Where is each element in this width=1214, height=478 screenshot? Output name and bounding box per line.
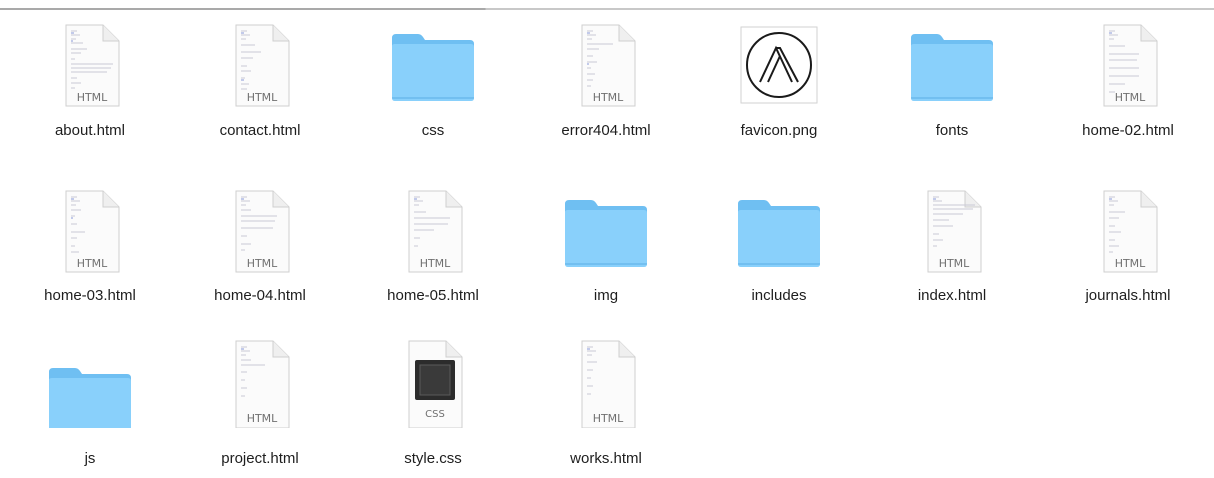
file-item-includes-folder[interactable]: includes [694,188,864,328]
html-document-icon: HTML [1103,190,1158,273]
file-type-badge: HTML [77,257,108,270]
file-name: style.css [404,450,462,467]
html-document-icon: HTML [65,24,120,107]
html-document-icon: HTML [581,340,636,428]
file-type-badge: HTML [1115,257,1146,270]
file-name: index.html [917,287,987,304]
file-item-journals-html[interactable]: HTML journals.html [1043,188,1213,328]
html-document-icon: HTML [1103,24,1158,107]
file-name: js [84,450,96,467]
html-document-icon: HTML [927,190,982,273]
file-type-badge: HTML [247,257,278,270]
file-type-badge: HTML [247,412,278,425]
file-item-project-html[interactable]: HTML project.html [175,338,345,478]
folder-icon [49,368,131,428]
file-type-badge: HTML [593,412,624,425]
file-name: home-02.html [1082,122,1174,139]
file-name: journals.html [1085,287,1171,304]
file-item-js-folder[interactable]: js [5,338,175,478]
file-grid: HTML about.html HTML contact.html css HT… [0,0,1214,467]
file-item-css-folder[interactable]: css [348,22,518,162]
file-name: favicon.png [740,122,818,139]
css-document-icon: CSS [408,340,463,428]
html-document-icon: HTML [581,24,636,107]
html-document-icon: HTML [65,190,120,273]
file-type-badge: CSS [425,409,445,420]
folder-icon [392,34,474,101]
file-item-home-05-html[interactable]: HTML home-05.html [348,188,518,328]
file-name: about.html [54,122,126,139]
file-type-badge: HTML [247,91,278,104]
html-document-icon: HTML [235,190,290,273]
file-item-fonts-folder[interactable]: fonts [867,22,1037,162]
file-item-index-html[interactable]: HTML index.html [867,188,1037,328]
file-name: works.html [570,450,642,467]
file-item-img-folder[interactable]: img [521,188,691,328]
file-item-home-03-html[interactable]: HTML home-03.html [5,188,175,328]
file-item-home-02-html[interactable]: HTML home-02.html [1043,22,1213,162]
html-document-icon: HTML [408,190,463,273]
file-item-contact-html[interactable]: HTML contact.html [175,22,345,162]
file-item-about-html[interactable]: HTML about.html [5,22,175,162]
file-name: includes [751,287,807,304]
file-item-error404-html[interactable]: HTML error404.html [521,22,691,162]
html-document-icon: HTML [235,24,290,107]
file-name: fonts [935,122,969,139]
file-name: img [593,287,619,304]
file-item-works-html[interactable]: HTML works.html [521,338,691,478]
file-name: contact.html [219,122,301,139]
file-item-home-04-html[interactable]: HTML home-04.html [175,188,345,328]
file-type-badge: HTML [420,257,451,270]
file-type-badge: HTML [593,91,624,104]
html-document-icon: HTML [235,340,290,428]
file-name: home-03.html [44,287,136,304]
folder-icon [738,200,820,267]
file-item-favicon-png[interactable]: favicon.png [694,22,864,162]
file-type-badge: HTML [77,91,108,104]
file-type-badge: HTML [939,257,970,270]
file-type-badge: HTML [1115,91,1146,104]
file-name: error404.html [561,122,651,139]
file-name: home-05.html [387,287,479,304]
file-name: css [421,122,445,139]
file-item-style-css[interactable]: CSS style.css [348,338,518,478]
folder-icon [565,200,647,267]
file-name: home-04.html [214,287,306,304]
folder-icon [911,34,993,101]
png-image-icon [740,26,818,104]
file-name: project.html [221,450,299,467]
